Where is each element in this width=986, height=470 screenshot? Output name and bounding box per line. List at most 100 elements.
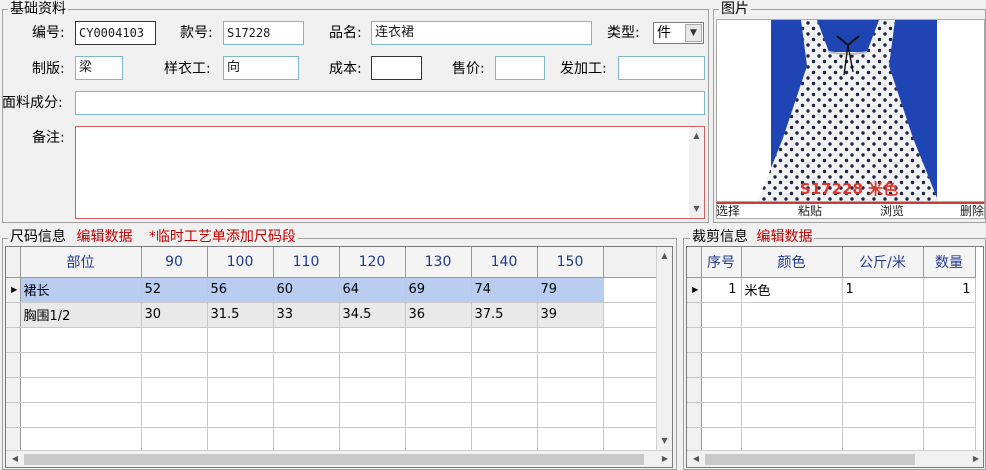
scroll-up-icon[interactable]: ▲ (657, 249, 672, 263)
table-cell[interactable]: 31.5 (207, 302, 274, 328)
table-row[interactable]: ▶ 裙长 52 56 60 64 69 74 79 (6, 277, 662, 303)
style-no-field[interactable]: S17228 (223, 21, 304, 45)
size-col-part[interactable]: 部位 (20, 247, 142, 278)
size-header-row: 部位 90 100 110 120 130 140 150 (6, 247, 661, 278)
chevron-down-icon[interactable]: ▼ (685, 24, 702, 42)
row-pointer-icon: ▶ (687, 277, 702, 303)
table-cell[interactable]: 56 (207, 277, 274, 303)
price-label: 售价: (452, 61, 485, 77)
table-cell[interactable]: 1 (923, 277, 976, 303)
row-indicator (6, 302, 21, 328)
table-cell[interactable]: 60 (273, 277, 340, 303)
scroll-down-icon[interactable]: ▼ (657, 434, 672, 448)
size-grid: 部位 90 100 110 120 130 140 150 ▶ 裙长 52 56… (5, 246, 673, 468)
table-cell[interactable]: 39 (537, 302, 604, 328)
cutting-col-seq[interactable]: 序号 (701, 247, 742, 278)
picture-paste-button[interactable]: 粘贴 (798, 204, 822, 218)
picture-delete-button[interactable]: 删除 (960, 204, 984, 218)
type-select-value: 件 (657, 25, 671, 41)
table-cell[interactable]: 1 (701, 277, 742, 303)
cutting-grid: 序号 颜色 公斤/米 数量 ▶ 1 米色 1 1 ◀ ▶ (686, 246, 984, 468)
picture-select-button[interactable]: 选择 (716, 204, 740, 218)
table-cell[interactable]: 74 (471, 277, 538, 303)
type-select[interactable]: 件 ▼ (653, 22, 704, 44)
table-cell[interactable]: 36 (405, 302, 472, 328)
product-name-field[interactable]: 连衣裙 (371, 21, 592, 45)
scroll-left-icon[interactable]: ◀ (689, 452, 703, 466)
row-pointer-icon: ▶ (6, 277, 21, 303)
style-no-label: 款号: (180, 25, 213, 41)
cutting-col-color[interactable]: 颜色 (741, 247, 843, 278)
code-field[interactable]: CY0004103 (75, 21, 156, 45)
dress-image: S17228 米色 (757, 20, 939, 201)
table-cell[interactable]: 裙长 (19, 277, 142, 303)
notes-scrollbar[interactable]: ▲ ▼ (689, 127, 704, 218)
notes-label: 备注: (32, 130, 65, 146)
photo-caption: S17228 米色 (800, 180, 898, 198)
scroll-right-icon[interactable]: ▶ (969, 452, 983, 466)
picture-browse-button[interactable]: 浏览 (880, 204, 904, 218)
size-info-title: 尺码信息 编辑数据 *临时工艺单添加尺码段 (8, 229, 298, 245)
processor-label: 发加工: (560, 61, 607, 77)
cost-field[interactable] (371, 56, 422, 80)
table-cell-blank (603, 302, 662, 328)
table-cell[interactable]: 1 (842, 277, 924, 303)
empty-row (687, 352, 976, 378)
empty-row (6, 402, 662, 428)
empty-row (6, 427, 662, 453)
size-col-90[interactable]: 90 (141, 247, 208, 278)
table-cell[interactable]: 米色 (741, 277, 843, 303)
cutting-table: 序号 颜色 公斤/米 数量 ▶ 1 米色 1 1 (687, 247, 976, 453)
size-edit-link[interactable]: 编辑数据 (76, 229, 132, 245)
table-cell[interactable]: 64 (339, 277, 406, 303)
fabric-field[interactable] (75, 91, 705, 115)
cutting-edit-link[interactable]: 编辑数据 (756, 229, 812, 245)
size-note: *临时工艺单添加尺码段 (148, 229, 296, 245)
scroll-up-icon[interactable]: ▲ (689, 129, 704, 143)
fabric-label: 面料成分: (2, 95, 63, 111)
table-cell[interactable]: 34.5 (339, 302, 406, 328)
empty-row (687, 327, 976, 353)
table-cell[interactable]: 37.5 (471, 302, 538, 328)
cutting-info-title: 裁剪信息 编辑数据 (690, 229, 815, 245)
sample-maker-field[interactable]: 向 (223, 56, 299, 80)
product-name-label: 品名: (329, 25, 362, 41)
cutting-grid-hscroll[interactable]: ◀ ▶ (687, 450, 983, 467)
hscroll-thumb[interactable] (24, 454, 644, 465)
processor-field[interactable] (618, 56, 705, 80)
table-cell[interactable]: 69 (405, 277, 472, 303)
size-table: 部位 90 100 110 120 130 140 150 ▶ 裙长 52 56… (6, 247, 662, 453)
scroll-right-icon[interactable]: ▶ (658, 452, 672, 466)
scroll-left-icon[interactable]: ◀ (8, 452, 22, 466)
table-cell[interactable]: 胸围1/2 (20, 302, 142, 328)
size-info-label: 尺码信息 (10, 229, 66, 245)
size-col-150[interactable]: 150 (537, 247, 604, 278)
table-cell[interactable]: 52 (141, 277, 208, 303)
empty-row (687, 377, 976, 403)
empty-row (687, 402, 976, 428)
size-col-130[interactable]: 130 (405, 247, 472, 278)
table-cell[interactable]: 33 (273, 302, 340, 328)
code-label: 编号: (32, 25, 65, 41)
hscroll-thumb[interactable] (705, 454, 915, 465)
table-row[interactable]: 胸围1/2 30 31.5 33 34.5 36 37.5 39 (6, 302, 662, 328)
notes-textarea[interactable]: ▲ ▼ (75, 126, 705, 219)
size-col-100[interactable]: 100 (207, 247, 274, 278)
size-grid-vscroll[interactable]: ▲ ▼ (656, 247, 672, 450)
size-col-120[interactable]: 120 (339, 247, 406, 278)
cutting-col-quantity[interactable]: 数量 (923, 247, 976, 278)
empty-row (6, 377, 662, 403)
size-grid-hscroll[interactable]: ◀ ▶ (6, 450, 672, 467)
pattern-field[interactable]: 梁 (75, 56, 123, 80)
size-col-110[interactable]: 110 (273, 247, 340, 278)
scroll-down-icon[interactable]: ▼ (689, 202, 704, 216)
cutting-col-kg-per-meter[interactable]: 公斤/米 (842, 247, 924, 278)
size-header-indicator (6, 247, 21, 278)
cutting-header-indicator (687, 247, 702, 278)
sample-maker-label: 样衣工: (164, 61, 211, 77)
table-cell[interactable]: 30 (141, 302, 208, 328)
price-field[interactable] (495, 56, 545, 80)
size-col-140[interactable]: 140 (471, 247, 538, 278)
table-row[interactable]: ▶ 1 米色 1 1 (687, 277, 976, 303)
table-cell[interactable]: 79 (537, 277, 604, 303)
